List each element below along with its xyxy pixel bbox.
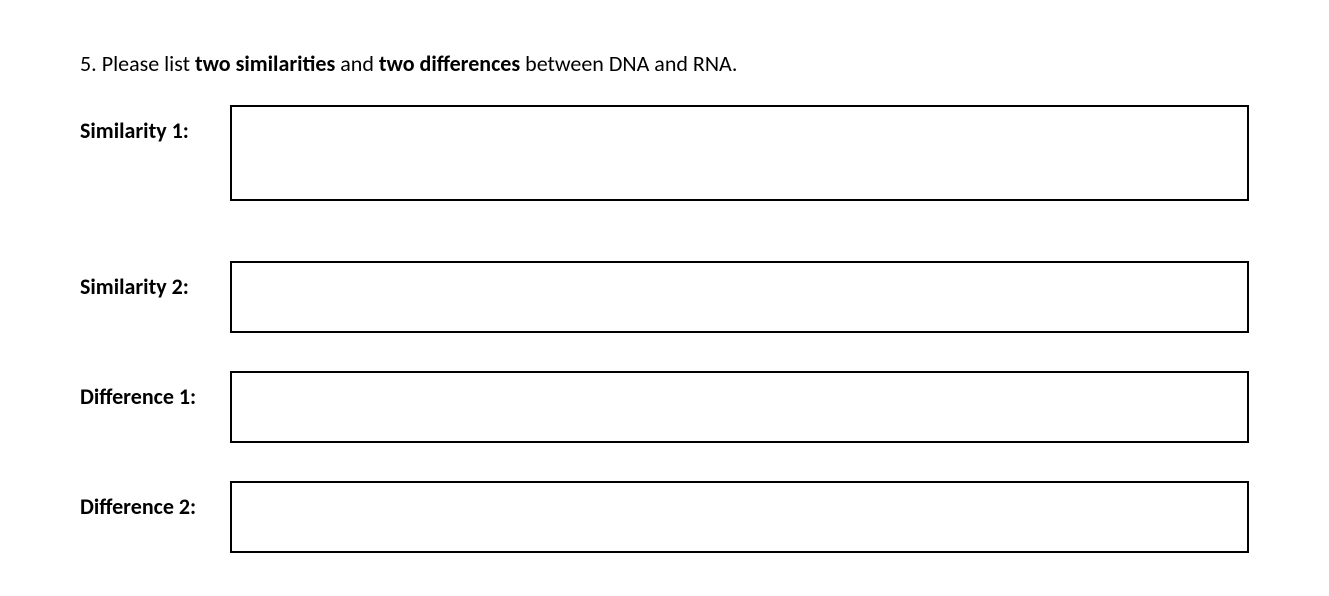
similarity-1-row: Similarity 1: bbox=[80, 105, 1249, 201]
difference-2-input[interactable] bbox=[230, 481, 1249, 553]
question-bold-1: two similarities bbox=[195, 50, 335, 77]
difference-1-label: Difference 1: bbox=[80, 371, 230, 410]
similarity-1-input[interactable] bbox=[230, 105, 1249, 201]
difference-1-input[interactable] bbox=[230, 371, 1249, 443]
question-bold-2: two differences bbox=[379, 50, 520, 77]
question-prompt: 5. Please list two similarities and two … bbox=[80, 50, 1249, 77]
similarity-2-label: Similarity 2: bbox=[80, 261, 230, 300]
question-suffix: between DNA and RNA. bbox=[520, 50, 737, 77]
question-number: 5. bbox=[80, 50, 97, 77]
similarity-1-label: Similarity 1: bbox=[80, 105, 230, 144]
question-mid: and bbox=[335, 50, 379, 77]
difference-2-label: Difference 2: bbox=[80, 481, 230, 520]
difference-2-row: Difference 2: bbox=[80, 481, 1249, 553]
question-prefix: Please list bbox=[102, 50, 195, 77]
similarity-2-row: Similarity 2: bbox=[80, 261, 1249, 333]
difference-1-row: Difference 1: bbox=[80, 371, 1249, 443]
similarity-2-input[interactable] bbox=[230, 261, 1249, 333]
